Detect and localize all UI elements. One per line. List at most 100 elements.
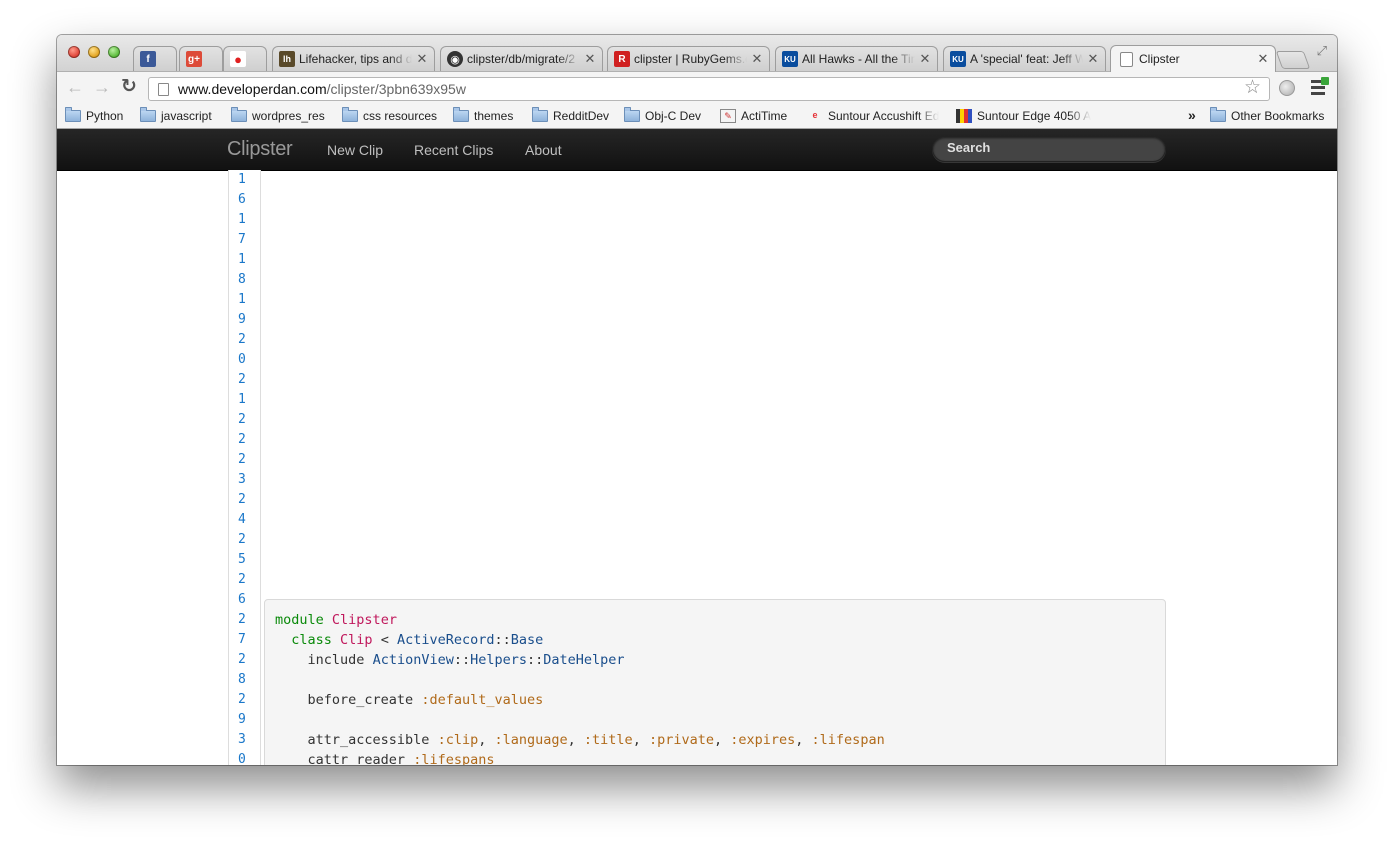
fullscreen-icon[interactable]: ⤢ <box>1317 43 1327 59</box>
tab-record[interactable]: ● <box>223 46 267 71</box>
facebook-icon: f <box>140 51 156 67</box>
page-icon <box>1120 51 1133 67</box>
line-number: 7 <box>238 632 246 647</box>
line-number: 6 <box>238 592 246 607</box>
line-number: 2 <box>238 492 246 507</box>
record-icon: ● <box>230 51 246 67</box>
line-number: 2 <box>238 412 246 427</box>
bookmark-folder-other[interactable]: Other Bookmarks <box>1210 107 1324 124</box>
bookmark-folder-redditdev[interactable]: RedditDev <box>532 107 609 124</box>
back-icon[interactable]: ← <box>66 78 84 96</box>
line-number: 1 <box>238 212 246 227</box>
tab-title: A 'special' feat: Jeff Wi <box>970 52 1083 66</box>
code-line: before_create :default_values <box>307 692 544 708</box>
code-line: cattr_reader :lifespans <box>307 752 495 765</box>
line-number: 2 <box>238 432 246 447</box>
line-number: 2 <box>238 612 246 627</box>
tab-title: Clipster <box>1139 52 1180 66</box>
bookmark-folder-css-resources[interactable]: css resources <box>342 107 437 124</box>
address-bar[interactable]: www.developerdan.com/clipster/3pbn639x95… <box>148 77 1270 101</box>
forward-icon[interactable]: → <box>93 78 111 96</box>
tab-close-icon[interactable]: ✕ <box>1257 51 1269 67</box>
page-icon <box>158 82 169 96</box>
folder-icon <box>1210 107 1226 122</box>
line-number: 8 <box>238 272 246 287</box>
bookmark-folder-python[interactable]: Python <box>65 107 123 124</box>
tab-all-hawks[interactable]: KU All Hawks - All the Tim ✕ <box>775 46 938 71</box>
bookmark-folder-javascript[interactable]: javascript <box>140 107 212 124</box>
browser-toolbar: ← → ↻ www.developerdan.com/clipster/3pbn… <box>57 71 1337 104</box>
tab-close-icon[interactable]: ✕ <box>1087 51 1099 67</box>
code-line: include ActionView::Helpers::DateHelper <box>307 652 625 668</box>
nav-recent-clips[interactable]: Recent Clips <box>414 142 493 158</box>
code-line: class Clip < ActiveRecord::Base <box>291 632 544 648</box>
window-close-button[interactable] <box>68 46 80 58</box>
extension-globe-icon[interactable] <box>1279 80 1295 96</box>
bookmark-folder-objc-dev[interactable]: Obj-C Dev <box>624 107 701 124</box>
reload-icon[interactable]: ↻ <box>121 77 137 96</box>
browser-window: f g+ ● lh Lifehacker, tips and do ✕ ◉ cl… <box>57 35 1337 765</box>
line-number: 4 <box>238 512 246 527</box>
tab-facebook[interactable]: f <box>133 46 177 71</box>
shop-icon <box>956 109 972 123</box>
nav-about[interactable]: About <box>525 142 562 158</box>
line-number: 1 <box>238 292 246 307</box>
line-number: 2 <box>238 332 246 347</box>
bookmarks-overflow-icon[interactable]: » <box>1188 107 1196 123</box>
site-brand[interactable]: Clipster <box>227 138 293 161</box>
folder-icon <box>140 107 156 122</box>
window-minimize-button[interactable] <box>88 46 100 58</box>
window-zoom-button[interactable] <box>108 46 120 58</box>
folder-icon <box>65 107 81 122</box>
line-number: 1 <box>238 392 246 407</box>
url-host: www.developerdan.com <box>178 81 327 97</box>
line-number: 0 <box>238 752 246 765</box>
site-navbar: Clipster New Clip Recent Clips About Sea… <box>57 129 1337 171</box>
line-number: 2 <box>238 692 246 707</box>
folder-icon <box>624 107 640 122</box>
new-tab-button[interactable] <box>1275 51 1311 69</box>
line-number-gutter: 1 6 1 7 1 8 1 9 2 0 2 1 2 2 2 3 2 4 2 5 2 6 2 7 2 8 2 9 3 0 <box>228 170 261 765</box>
search-input[interactable]: Search <box>932 136 1166 162</box>
bookmark-actitime[interactable]: ✎ ActiTime <box>720 108 787 124</box>
tab-title: clipster/db/migrate/2 <box>467 52 576 66</box>
code-line: module Clipster <box>275 612 397 628</box>
bookmark-suntour-edge[interactable]: Suntour Edge 4050 A <box>956 108 1092 124</box>
tab-google-plus[interactable]: g+ <box>179 46 223 71</box>
line-number: 3 <box>238 732 246 747</box>
code-block: module Clipster class Clip < ActiveRecor… <box>264 599 1166 765</box>
lifehacker-icon: lh <box>279 51 295 67</box>
line-number: 2 <box>238 372 246 387</box>
tab-close-icon[interactable]: ✕ <box>751 51 763 67</box>
line-number: 1 <box>238 172 246 187</box>
line-number: 2 <box>238 652 246 667</box>
line-number: 6 <box>238 192 246 207</box>
tab-rubygems[interactable]: R clipster | RubyGems.o ✕ <box>607 46 770 71</box>
bookmark-folder-themes[interactable]: themes <box>453 107 513 124</box>
folder-icon <box>532 107 548 122</box>
line-number: 3 <box>238 472 246 487</box>
menu-icon[interactable] <box>1311 77 1329 96</box>
bookmarks-bar: Python javascript wordpres_res css resou… <box>57 104 1337 129</box>
google-plus-icon: g+ <box>186 51 202 67</box>
tab-title: clipster | RubyGems.o <box>634 52 747 66</box>
line-number: 2 <box>238 532 246 547</box>
rubygems-icon: R <box>614 51 630 67</box>
nav-new-clip[interactable]: New Clip <box>327 142 383 158</box>
tab-lifehacker[interactable]: lh Lifehacker, tips and do ✕ <box>272 46 435 71</box>
tab-close-icon[interactable]: ✕ <box>416 51 428 67</box>
tab-close-icon[interactable]: ✕ <box>584 51 596 67</box>
code-line: attr_accessible :clip, :language, :title… <box>307 732 885 748</box>
folder-icon <box>453 107 469 122</box>
tab-special-feat[interactable]: KU A 'special' feat: Jeff Wi ✕ <box>943 46 1106 71</box>
url-path: /clipster/3pbn639x95w <box>326 81 466 97</box>
bookmark-star-icon[interactable]: ☆ <box>1244 78 1261 98</box>
ku-icon: KU <box>782 51 798 67</box>
tab-clipster[interactable]: Clipster ✕ <box>1110 45 1276 72</box>
line-number: 0 <box>238 352 246 367</box>
bookmark-suntour-accushift[interactable]: e Suntour Accushift Ed <box>807 108 943 124</box>
folder-icon <box>231 107 247 122</box>
bookmark-folder-wordpres-res[interactable]: wordpres_res <box>231 107 325 124</box>
tab-close-icon[interactable]: ✕ <box>919 51 931 67</box>
tab-github[interactable]: ◉ clipster/db/migrate/2 ✕ <box>440 46 603 71</box>
